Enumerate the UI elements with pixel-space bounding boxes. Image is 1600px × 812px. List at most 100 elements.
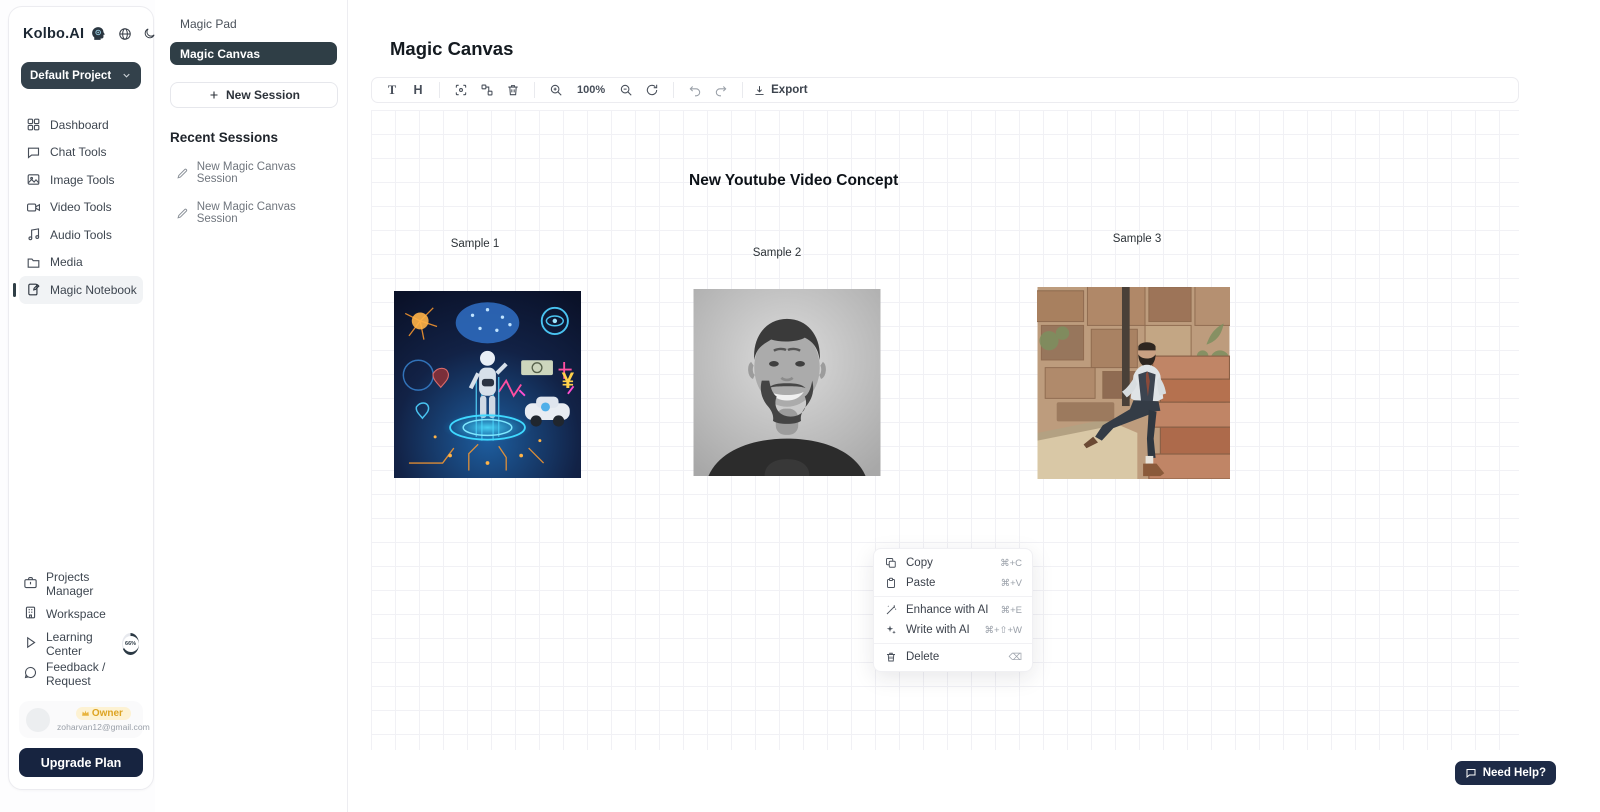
- pencil-icon: [176, 167, 189, 180]
- context-menu-item-copy[interactable]: Copy ⌘+C: [874, 553, 1032, 573]
- text-tool-button[interactable]: T: [381, 80, 403, 100]
- toolbar-divider: [534, 82, 535, 98]
- zoom-out-button[interactable]: [615, 80, 637, 100]
- new-session-label: New Session: [226, 88, 300, 102]
- brand-logo: Kolbo.AI: [23, 26, 84, 42]
- video-camera-icon: [25, 200, 41, 215]
- sample-1-label[interactable]: Sample 1: [440, 238, 510, 250]
- context-menu-shortcut: ⌘+⇧+W: [984, 625, 1022, 636]
- toolbar-divider: [742, 82, 743, 98]
- paste-clipboard-icon: [884, 577, 898, 589]
- redo-button[interactable]: [710, 80, 732, 100]
- learning-progress-badge: 66%: [122, 633, 139, 655]
- sample-image-2[interactable]: [693, 289, 881, 476]
- sidebar-item-label: Chat Tools: [50, 145, 106, 159]
- sidebar-item-media[interactable]: Media: [19, 249, 143, 277]
- context-menu-shortcut: ⌘+C: [1000, 558, 1022, 569]
- folder-icon: [25, 255, 41, 270]
- select-tool-button[interactable]: [450, 80, 472, 100]
- sidebar-item-label: Media: [50, 255, 83, 269]
- panel-item-magic-pad[interactable]: Magic Pad: [170, 12, 337, 36]
- panel-item-magic-canvas[interactable]: Magic Canvas: [170, 42, 337, 65]
- sample-2-label[interactable]: Sample 2: [742, 247, 812, 259]
- trash-icon: [884, 651, 898, 663]
- context-menu-label: Copy: [906, 557, 992, 569]
- selection-icon: [454, 83, 468, 97]
- user-info: Owner zoharvan12@gmail.com: [57, 707, 150, 732]
- context-menu-shortcut: ⌘+V: [1001, 578, 1022, 589]
- sidebar-item-image-tools[interactable]: Image Tools: [19, 166, 143, 194]
- context-menu-label: Delete: [906, 651, 1001, 663]
- context-menu-item-paste[interactable]: Paste ⌘+V: [874, 573, 1032, 593]
- session-list-item[interactable]: New Magic Canvas Session: [170, 201, 337, 225]
- chevron-down-icon: [121, 70, 132, 81]
- export-label: Export: [771, 84, 807, 96]
- sparkles-icon: [884, 624, 898, 636]
- pencil-icon: [176, 207, 189, 220]
- sidebar-item-projects-manager[interactable]: Projects Manager: [19, 569, 143, 599]
- plus-icon: [208, 89, 220, 101]
- session-list-item[interactable]: New Magic Canvas Session: [170, 161, 337, 185]
- sidebar-item-feedback-request[interactable]: Feedback / Request: [19, 659, 143, 689]
- toolbar-divider: [673, 82, 674, 98]
- sidebar: Kolbo.AI Default Project Dashboard Chat …: [8, 6, 154, 790]
- sidebar-item-magic-notebook[interactable]: Magic Notebook: [19, 276, 143, 304]
- sample-image-3[interactable]: [1037, 287, 1230, 479]
- connector-nodes-icon: [480, 83, 494, 97]
- main-area: Magic Canvas T H 100% Export New Youtube…: [348, 0, 1600, 812]
- canvas-toolbar: T H 100% Export: [371, 77, 1519, 103]
- sidebar-item-chat-tools[interactable]: Chat Tools: [19, 139, 143, 167]
- context-menu-item-write-with-ai[interactable]: Write with AI ⌘+⇧+W: [874, 620, 1032, 640]
- heading-tool-button[interactable]: H: [407, 80, 429, 100]
- connector-tool-button[interactable]: [476, 80, 498, 100]
- reset-view-button[interactable]: [641, 80, 663, 100]
- user-account-card[interactable]: Owner zoharvan12@gmail.com: [19, 701, 143, 738]
- copy-icon: [884, 557, 898, 569]
- notebook-pen-icon: [25, 282, 41, 297]
- building-icon: [23, 605, 38, 623]
- project-selector[interactable]: Default Project: [21, 62, 141, 89]
- sidebar-item-dashboard[interactable]: Dashboard: [19, 111, 143, 139]
- context-menu-item-delete[interactable]: Delete ⌫: [874, 647, 1032, 667]
- context-menu-shortcut: ⌘+E: [1001, 605, 1022, 616]
- sidebar-item-label: Audio Tools: [50, 228, 112, 242]
- context-menu-divider: [874, 643, 1032, 644]
- upgrade-plan-button[interactable]: Upgrade Plan: [19, 748, 143, 777]
- brand-row: Kolbo.AI: [19, 21, 143, 42]
- session-item-label: New Magic Canvas Session: [197, 161, 337, 185]
- sidebar-item-workspace[interactable]: Workspace: [19, 599, 143, 629]
- owner-role-badge: Owner: [76, 707, 131, 720]
- page-title: Magic Canvas: [390, 38, 513, 60]
- sidebar-bottom: Projects Manager Workspace Learning Cent…: [19, 569, 143, 777]
- language-globe-icon[interactable]: [118, 27, 132, 41]
- export-button[interactable]: Export: [753, 84, 807, 97]
- undo-icon: [688, 83, 702, 97]
- sidebar-item-audio-tools[interactable]: Audio Tools: [19, 221, 143, 249]
- sidebar-item-label: Feedback / Request: [46, 660, 139, 688]
- zoom-in-button[interactable]: [545, 80, 567, 100]
- canvas-title-text[interactable]: New Youtube Video Concept: [689, 172, 898, 190]
- help-chat-icon: [1465, 767, 1477, 779]
- dashboard-icon: [25, 117, 41, 132]
- sidebar-item-label: Video Tools: [50, 200, 112, 214]
- sidebar-item-label: Learning Center: [46, 630, 112, 658]
- delete-tool-button[interactable]: [502, 80, 524, 100]
- sample-image-1[interactable]: ¥: [394, 291, 581, 478]
- undo-button[interactable]: [684, 80, 706, 100]
- sample-3-label[interactable]: Sample 3: [1102, 233, 1172, 245]
- need-help-button[interactable]: Need Help?: [1455, 761, 1556, 785]
- sidebar-item-label: Image Tools: [50, 173, 114, 187]
- sidebar-item-label: Magic Notebook: [50, 283, 137, 297]
- new-session-button[interactable]: New Session: [170, 82, 338, 108]
- brand-head-icon: [90, 25, 107, 42]
- sidebar-item-learning-center[interactable]: Learning Center 66%: [19, 629, 143, 659]
- context-menu-item-enhance-with-ai[interactable]: Enhance with AI ⌘+E: [874, 600, 1032, 620]
- sidebar-item-video-tools[interactable]: Video Tools: [19, 194, 143, 222]
- zoom-in-icon: [549, 83, 563, 97]
- zoom-out-icon: [619, 83, 633, 97]
- sidebar-item-label: Workspace: [46, 607, 106, 621]
- music-note-icon: [25, 227, 41, 242]
- feedback-chat-icon: [23, 665, 38, 683]
- project-selector-label: Default Project: [30, 70, 111, 82]
- redo-icon: [714, 83, 728, 97]
